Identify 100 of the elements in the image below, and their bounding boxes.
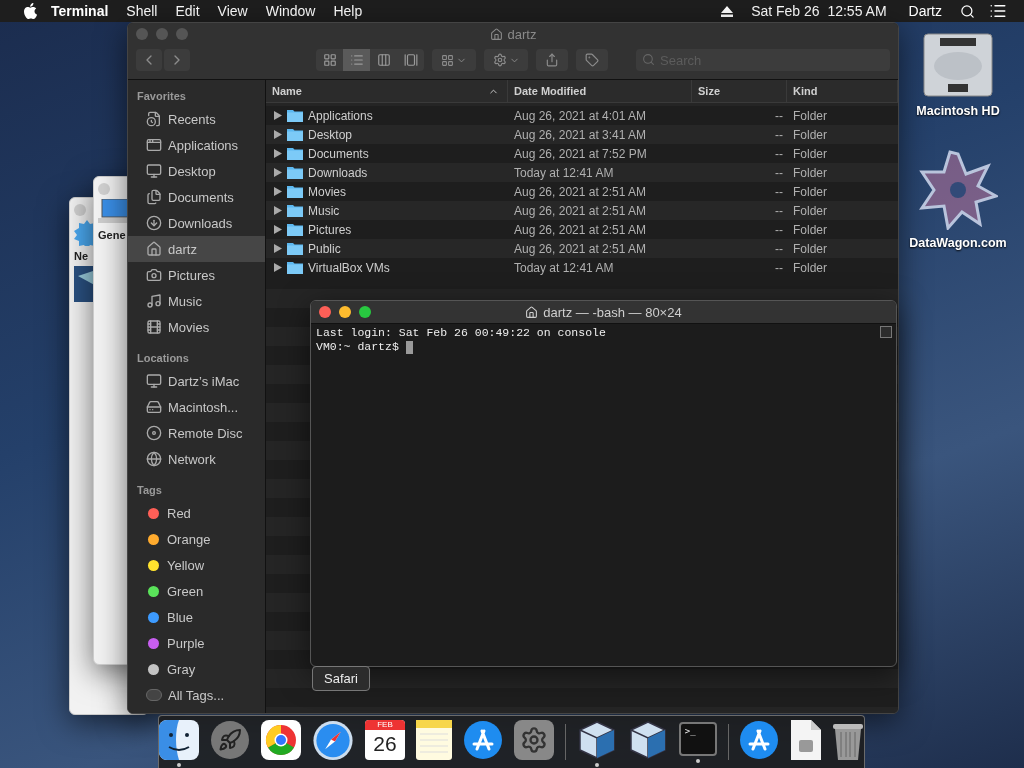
- terminal-output: Last login: Sat Feb 26 00:49:22 on console: [316, 326, 607, 340]
- sidebar-label: Green: [167, 583, 204, 599]
- disclosure-triangle-icon[interactable]: [274, 130, 282, 139]
- file-name[interactable]: Public: [308, 241, 341, 256]
- disclosure-triangle-icon[interactable]: [274, 187, 282, 196]
- column-header[interactable]: Kind: [787, 80, 898, 102]
- disclosure-triangle-icon[interactable]: [274, 263, 282, 272]
- date-cell-text: Aug 26, 2021 at 4:01 AM: [513, 108, 648, 123]
- sidebar-item[interactable]: dartz: [128, 236, 265, 262]
- menu-item[interactable]: Shell: [117, 3, 167, 19]
- date-cell-text: Aug 26, 2021 at 7:52 PM: [513, 146, 648, 161]
- close-button[interactable]: [319, 306, 331, 318]
- sidebar-item[interactable]: Music: [128, 288, 265, 314]
- sidebar-item[interactable]: Recents: [128, 106, 265, 132]
- column-header[interactable]: Date Modified: [508, 80, 692, 102]
- group-button[interactable]: [432, 49, 476, 71]
- sidebar-item[interactable]: Applications: [128, 132, 265, 158]
- gear-icon: [492, 53, 507, 67]
- view-mode-button[interactable]: [397, 49, 424, 71]
- tag-item[interactable]: Orange: [128, 526, 265, 552]
- user-menu[interactable]: Dartz: [899, 3, 951, 19]
- disclosure-triangle-icon[interactable]: [274, 111, 282, 120]
- folder-icon: [287, 261, 303, 274]
- dock-item[interactable]: [576, 720, 617, 768]
- camera-icon: [146, 267, 162, 283]
- view-mode-button[interactable]: [370, 49, 397, 71]
- hard-drive-icon: [146, 399, 162, 415]
- sidebar-label: Yellow: [167, 557, 205, 573]
- disclosure-triangle-icon[interactable]: [274, 206, 282, 215]
- tag-item[interactable]: Purple: [128, 630, 265, 656]
- menu-item[interactable]: View: [208, 3, 257, 19]
- file-name[interactable]: Pictures: [308, 222, 352, 237]
- disclosure-triangle-icon[interactable]: [274, 225, 282, 234]
- tag-item[interactable]: Green: [128, 578, 265, 604]
- disclosure-triangle-icon[interactable]: [274, 149, 282, 158]
- sidebar-label: Desktop: [168, 163, 216, 179]
- text-cursor: [405, 340, 413, 354]
- size-cell-text: --: [774, 260, 784, 275]
- menu-item[interactable]: Help: [324, 3, 372, 19]
- kind-cell-text: Folder: [792, 203, 828, 218]
- tag-item[interactable]: Gray: [128, 656, 265, 682]
- share-button[interactable]: [536, 49, 568, 71]
- file-name[interactable]: VirtualBox VMs: [308, 260, 390, 275]
- menu-clock[interactable]: Sat Feb 26 12:55 AM: [742, 3, 896, 19]
- tag-item[interactable]: Red: [128, 500, 265, 526]
- disclosure-triangle-icon[interactable]: [274, 168, 282, 177]
- sidebar-item[interactable]: Desktop: [128, 158, 265, 184]
- menu-item[interactable]: Edit: [166, 3, 209, 19]
- sidebar-item[interactable]: Downloads: [128, 210, 265, 236]
- disc-icon: [146, 425, 162, 441]
- star-logo-icon[interactable]: [918, 150, 998, 230]
- gear-icon: [514, 720, 554, 760]
- sidebar-label: Pictures: [168, 267, 215, 283]
- film-icon: [146, 319, 162, 335]
- sidebar-item[interactable]: Remote Disc: [128, 420, 265, 446]
- zoom-button[interactable]: [359, 306, 371, 318]
- app-window-icon: [146, 137, 162, 153]
- tag-button[interactable]: [576, 49, 608, 71]
- size-cell-text: --: [774, 203, 784, 218]
- folder-icon: [287, 185, 303, 198]
- sidebar-item[interactable]: Movies: [128, 314, 265, 340]
- file-name[interactable]: Downloads: [308, 165, 368, 180]
- compass-icon: [312, 720, 354, 762]
- sidebar-item[interactable]: Pictures: [128, 262, 265, 288]
- file-name[interactable]: Desktop: [308, 127, 353, 142]
- dock-item[interactable]: >_: [678, 720, 717, 768]
- menu-item[interactable]: Window: [256, 3, 325, 19]
- tag-item[interactable]: Yellow: [128, 552, 265, 578]
- sidebar-item[interactable]: Dartz’s iMac: [128, 368, 265, 394]
- file-name[interactable]: Movies: [308, 184, 346, 199]
- action-button[interactable]: [484, 49, 528, 71]
- file-name[interactable]: Music: [308, 203, 340, 218]
- hard-drive-icon[interactable]: [922, 32, 994, 98]
- dock-item[interactable]: FEB 26: [365, 720, 405, 768]
- desktop-icon-label[interactable]: Macintosh HD: [916, 104, 1000, 118]
- disclosure-triangle-icon[interactable]: [274, 244, 282, 253]
- sidebar-label: All Tags...: [168, 687, 225, 703]
- sidebar-item[interactable]: Documents: [128, 184, 265, 210]
- sidebar-item[interactable]: Network: [128, 446, 265, 472]
- home-icon: [146, 241, 162, 257]
- sidebar-heading: Tags: [136, 483, 163, 498]
- scroll-marker-icon[interactable]: [880, 326, 892, 338]
- date-cell-text: Aug 26, 2021 at 2:51 AM: [513, 222, 648, 237]
- desktop-icon-label[interactable]: DataWagon.com: [909, 236, 1007, 250]
- search-icon: [642, 53, 655, 66]
- file-name[interactable]: Applications: [308, 108, 373, 123]
- column-header[interactable]: Name: [266, 80, 508, 102]
- face-icon: [159, 720, 199, 760]
- sidebar-label: Macintosh...: [168, 399, 239, 415]
- sidebar-item[interactable]: Macintosh...: [128, 394, 265, 420]
- file-name[interactable]: Documents: [308, 146, 369, 161]
- dock-item[interactable]: [159, 720, 199, 768]
- date-cell-text: Today at 12:41 AM: [513, 260, 615, 275]
- minimize-button[interactable]: [339, 306, 351, 318]
- tag-item[interactable]: All Tags...: [128, 682, 265, 708]
- kind-cell-text: Folder: [792, 241, 828, 256]
- column-header[interactable]: Size: [692, 80, 787, 102]
- view-mode-button[interactable]: [316, 49, 343, 71]
- tag-item[interactable]: Blue: [128, 604, 265, 630]
- app-menu[interactable]: Terminal: [42, 3, 118, 19]
